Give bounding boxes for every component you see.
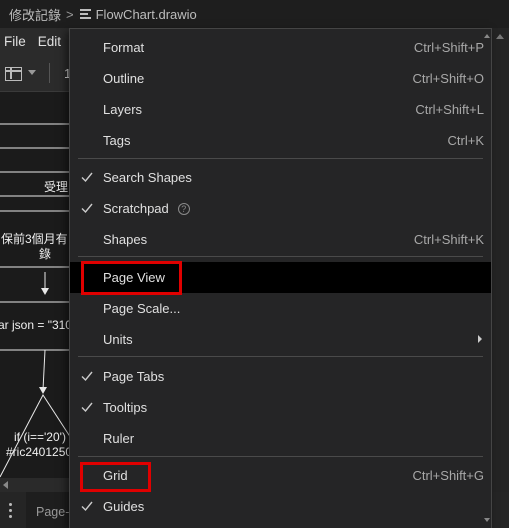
menu-item-format[interactable]: Format Ctrl+Shift+P (70, 33, 491, 62)
scroll-up-icon[interactable] (496, 34, 504, 39)
checkmark-icon (81, 371, 93, 382)
menu-item-label: Search Shapes (103, 170, 192, 185)
menu-item-layers[interactable]: Layers Ctrl+Shift+L (70, 95, 491, 124)
flowchart-arrowhead (39, 387, 47, 394)
menu-item-label: Tags (103, 133, 131, 148)
menu-item-units[interactable]: Units (70, 325, 491, 354)
help-icon[interactable]: ? (177, 203, 190, 215)
toolbar-divider (49, 63, 50, 83)
more-vertical-icon[interactable] (0, 492, 20, 528)
menu-separator (78, 456, 483, 457)
annotation-box-page-view (81, 261, 182, 295)
flowchart-arrowhead (41, 288, 49, 295)
menu-item-label: Page Scale... (103, 301, 181, 316)
menu-item-guides[interactable]: Guides (70, 492, 491, 521)
menu-item-label: Ruler (103, 431, 135, 446)
menu-item-label-wrap: Scratchpad? (103, 201, 190, 216)
menu-item-search-shapes[interactable]: Search Shapes (70, 163, 491, 192)
menu-item-label: Outline (103, 71, 145, 86)
checkmark-icon (81, 172, 93, 183)
scroll-left-icon[interactable] (3, 481, 8, 489)
menu-item-shortcut: Ctrl+K (447, 133, 484, 148)
menu-item-outline[interactable]: Outline Ctrl+Shift+O (70, 64, 491, 93)
checkmark-icon (81, 203, 93, 214)
menu-item-shortcut: Ctrl+Shift+L (415, 102, 484, 117)
menu-item-shortcut: Ctrl+Shift+G (412, 468, 484, 483)
scroll-down-icon (484, 518, 490, 522)
menu-item-ruler[interactable]: Ruler (70, 424, 491, 453)
menu-item-label: Tooltips (103, 400, 148, 415)
checkmark-icon (81, 501, 93, 512)
menu-item-tags[interactable]: Tags Ctrl+K (70, 126, 491, 155)
toolbar: 1 (0, 54, 80, 92)
panel-layout-icon[interactable] (5, 67, 22, 81)
menu-item-label: Layers (103, 102, 143, 117)
flowchart-label: 錄 (39, 247, 52, 261)
menu-edit[interactable]: Edit (38, 34, 61, 49)
flowchart-label: if (i=='20') (14, 430, 66, 444)
menu-item-shapes[interactable]: Shapes Ctrl+Shift+K (70, 225, 491, 254)
menu-item-label: Page Tabs (103, 369, 165, 384)
menu-item-label: Format (103, 40, 145, 55)
menu-item-shortcut: Ctrl+Shift+P (413, 40, 484, 55)
breadcrumb-file[interactable]: FlowChart.drawio (96, 7, 197, 22)
menu-item-page-tabs[interactable]: Page Tabs (70, 362, 491, 391)
menu-item-tooltips[interactable]: Tooltips (70, 393, 491, 422)
horizontal-scrollbar[interactable] (0, 478, 80, 492)
vertical-scrollbar[interactable] (491, 28, 509, 492)
menu-separator (78, 356, 483, 357)
menu-separator (78, 256, 483, 257)
view-menu: Format Ctrl+Shift+P Outline Ctrl+Shift+O… (69, 28, 492, 528)
menubar: File Edit (0, 28, 80, 54)
menu-item-label: Guides (103, 499, 145, 514)
breadcrumb-separator: > (66, 6, 74, 22)
flowchart-label: #ric2401250 (6, 445, 73, 459)
flowchart-label: ar json = "310 (0, 318, 72, 332)
flowchart-label: 保前3個月有 (1, 232, 68, 246)
breadcrumb: 修改記錄 > FlowChart.drawio (0, 0, 509, 28)
menu-item-scratchpad[interactable]: Scratchpad? (70, 194, 491, 223)
menu-item-shortcut: Ctrl+Shift+O (412, 71, 484, 86)
menu-item-shortcut: Ctrl+Shift+K (413, 232, 484, 247)
chevron-down-icon[interactable] (28, 70, 36, 75)
scroll-up-icon (484, 34, 490, 38)
file-lines-icon (79, 9, 91, 19)
checkmark-icon (81, 402, 93, 413)
menu-scroll-arrows (484, 34, 490, 522)
diagram-canvas[interactable]: 受理 保前3個月有 錄 ar json = "310 if (i=='20') … (0, 92, 80, 478)
flowchart-label: 受理 (44, 180, 69, 194)
flowchart-arrow (42, 349, 46, 391)
annotation-box-grid (80, 462, 151, 492)
menu-item-page-scale[interactable]: Page Scale... (70, 294, 491, 323)
menu-item-label: Shapes (103, 232, 148, 247)
menu-item-label: Scratchpad (103, 201, 169, 216)
flowchart-shapes (0, 123, 80, 478)
menu-separator (78, 158, 483, 159)
menu-item-label: Units (103, 332, 133, 347)
menu-scrollbar[interactable] (482, 29, 491, 528)
menu-file[interactable]: File (4, 34, 26, 49)
breadcrumb-folder[interactable]: 修改記錄 (9, 5, 61, 24)
